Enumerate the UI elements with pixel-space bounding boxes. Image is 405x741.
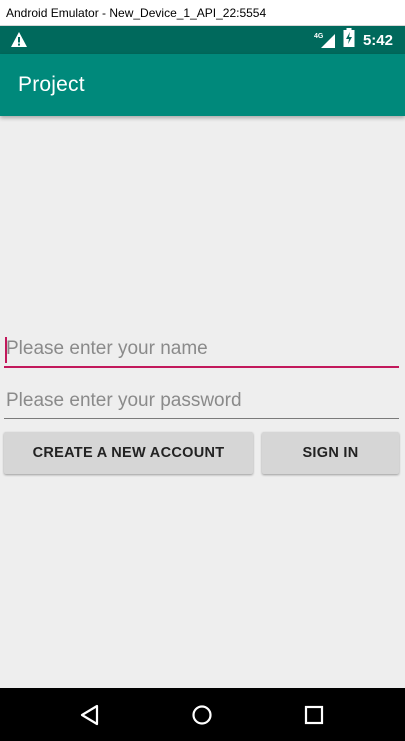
battery-charging-icon bbox=[343, 28, 355, 52]
recents-icon[interactable] bbox=[301, 702, 327, 728]
name-input[interactable] bbox=[4, 332, 399, 368]
warning-icon bbox=[10, 31, 28, 53]
text-cursor bbox=[5, 337, 7, 363]
create-account-button[interactable]: CREATE A NEW ACCOUNT bbox=[4, 432, 253, 474]
password-input[interactable] bbox=[4, 383, 399, 419]
back-icon[interactable] bbox=[77, 702, 103, 728]
status-time: 5:42 bbox=[362, 31, 393, 49]
device-screen: 4G 5:42 Project CREATE A NEW ACCOUNT SIG… bbox=[0, 26, 405, 741]
sign-in-button[interactable]: SIGN IN bbox=[262, 432, 399, 474]
emulator-window-title: Android Emulator - New_Device_1_API_22:5… bbox=[0, 0, 405, 26]
home-icon[interactable] bbox=[189, 702, 215, 728]
status-bar: 4G 5:42 bbox=[0, 26, 405, 54]
app-bar: Project bbox=[0, 54, 405, 116]
app-title: Project bbox=[18, 73, 85, 96]
signal-icon: 4G bbox=[314, 31, 335, 49]
navigation-bar bbox=[0, 688, 405, 741]
